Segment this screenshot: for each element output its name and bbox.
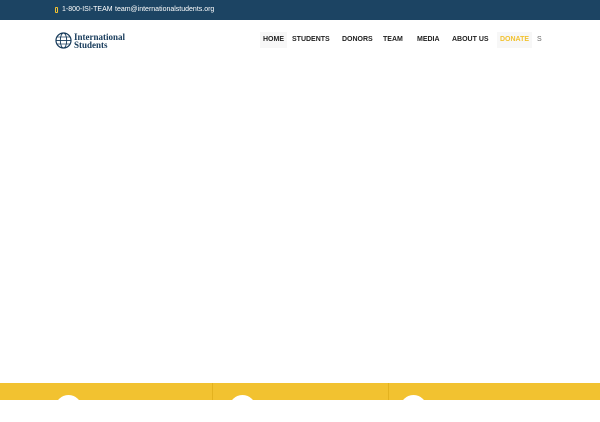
nav-donate[interactable]: DONATE [497,32,533,48]
main-navigation: HOME STUDENTS DONORS TEAM MEDIA ABOUT US… [0,32,600,48]
feature-strip [0,383,600,422]
nav-students[interactable]: STUDENTS [292,32,330,48]
search-icon[interactable]: S [537,32,545,48]
phone-number[interactable]: 1-800-ISI-TEAM [62,6,113,13]
hero-area [0,60,600,383]
phone-contact[interactable]: 1-800-ISI-TEAM [55,6,113,13]
phone-icon [55,6,58,13]
feature-divider-2 [388,383,389,400]
nav-home[interactable]: HOME [260,32,287,48]
top-bar: 1-800-ISI-TEAM team@internationalstudent… [0,0,600,20]
feature-icon-3 [400,395,427,422]
feature-icon-1 [55,395,82,422]
email-contact[interactable]: team@internationalstudents.org [115,6,214,13]
nav-about-us[interactable]: ABOUT US [452,32,489,48]
nav-donors[interactable]: DONORS [342,32,373,48]
feature-icon-2 [229,395,256,422]
nav-team[interactable]: TEAM [383,32,403,48]
feature-divider-1 [212,383,213,400]
email-address[interactable]: team@internationalstudents.org [115,6,214,13]
nav-media[interactable]: MEDIA [417,32,440,48]
